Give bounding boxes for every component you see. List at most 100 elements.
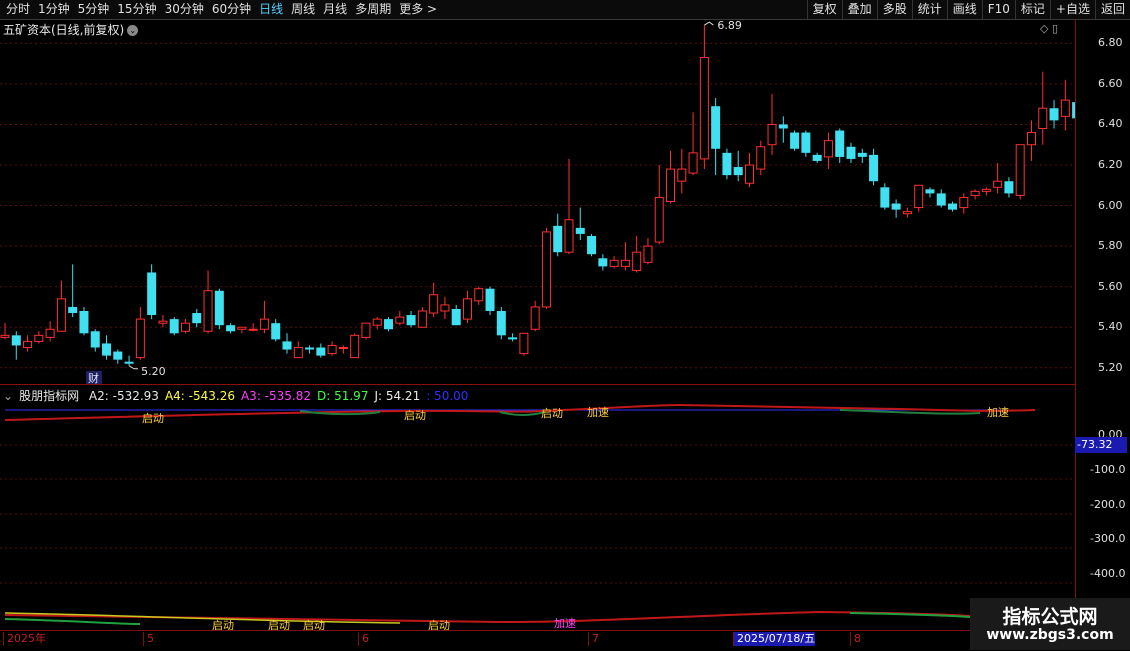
candle-body (914, 184, 924, 209)
period-tab-10[interactable]: 更多 > (395, 0, 441, 19)
candle-body (541, 231, 551, 308)
bottom-signal-label: 启动 (212, 619, 234, 630)
candle-body (45, 328, 55, 338)
kline-chart[interactable]: 6.895.20财启动 启动 启动 加速 加速启动 启动 启动 启动 加速 (0, 19, 1075, 630)
toolbar-button-2[interactable]: 多股 (876, 0, 912, 19)
collapse-icon[interactable]: ⌄ (3, 389, 13, 403)
indicator-value: J: 54.21 (374, 389, 421, 403)
period-tabs: 分时 1分钟 5分钟 15分钟 30分钟 60分钟 日线 周线 月线 多周期 更多 > (2, 0, 441, 19)
period-tab-3[interactable]: 15分钟 (113, 0, 160, 19)
candle-body (1038, 107, 1048, 129)
stock-title[interactable]: 五矿资本(日线,前复权) ⌄ (3, 21, 139, 38)
candle-body (192, 313, 202, 324)
candle-body (124, 361, 134, 364)
toolbar-button-8[interactable]: 返回 (1094, 0, 1130, 19)
period-tab-4[interactable]: 30分钟 (161, 0, 208, 19)
candle-body (158, 320, 168, 324)
header-icons[interactable]: ◇ ▯ (1040, 22, 1058, 35)
candle-body (248, 328, 258, 331)
candle-body (429, 294, 439, 314)
toolbar-button-0[interactable]: 复权 (806, 0, 842, 19)
candle-body (812, 154, 822, 161)
candle-body (271, 323, 281, 340)
candle-body (575, 227, 585, 234)
indicator-header: ⌄ 股朋指标网 A2: -532.93 A4: -543.26 A3: -535.82… (3, 387, 474, 404)
candle-body (846, 146, 856, 159)
candle-body (508, 337, 518, 340)
chevron-down-icon[interactable]: ⌄ (127, 25, 139, 36)
candle-body (214, 290, 224, 326)
candle-body (925, 189, 935, 194)
period-tab-2[interactable]: 5分钟 (74, 0, 114, 19)
candle-body (880, 187, 890, 208)
toolbar-button-7[interactable]: +自选 (1049, 0, 1095, 19)
price-tick-label: 5.20 (1098, 360, 1123, 374)
candle-body (688, 152, 698, 174)
candle-body (1049, 108, 1059, 121)
price-tick-label: 5.80 (1098, 239, 1123, 253)
candle-body (350, 334, 360, 359)
candle-body (113, 351, 123, 360)
toolbar-button-1[interactable]: 叠加 (841, 0, 877, 19)
indicator-value: : 50.00 (426, 389, 469, 403)
candle-body (699, 57, 709, 160)
candle-body (462, 298, 472, 320)
candle-body (722, 152, 732, 176)
price-tick-label: 6.00 (1098, 198, 1123, 212)
period-tab-5[interactable]: 60分钟 (208, 0, 255, 19)
candle-body (620, 259, 630, 267)
candle-body (744, 164, 754, 184)
watermark-title: 指标公式网 (1002, 606, 1098, 628)
candle-body (519, 332, 529, 355)
period-tab-6[interactable]: 日线 (255, 0, 287, 19)
candle-body (259, 318, 269, 330)
candle-body (0, 334, 10, 338)
candle-body (440, 304, 450, 312)
stock-title-text: 五矿资本(日线,前复权) (3, 23, 125, 37)
candle-body (677, 168, 687, 182)
candle-body (801, 132, 811, 153)
period-tab-8[interactable]: 月线 (319, 0, 351, 19)
candle-body (835, 130, 845, 157)
indicator-value: A2: -532.93 (88, 389, 159, 403)
candle-body (981, 188, 991, 192)
candle-body (643, 245, 653, 263)
candle-body (756, 146, 766, 170)
date-tick-label: 2025年 (3, 632, 46, 646)
period-tab-7[interactable]: 周线 (287, 0, 319, 19)
candle-body (169, 319, 179, 334)
high-marker-arrow (704, 21, 714, 26)
candle-body (598, 258, 608, 267)
fin-badge: 财 (88, 371, 99, 385)
candle-body (293, 347, 303, 359)
candle-body (530, 306, 540, 330)
candle-body (23, 340, 33, 348)
candle-body (327, 344, 337, 355)
toolbar-button-3[interactable]: 统计 (911, 0, 947, 19)
signal-label: 加速 (987, 406, 1009, 419)
period-tab-1[interactable]: 1分钟 (34, 0, 74, 19)
bottom-signal-label: 启动 (268, 619, 290, 630)
candle-body (1015, 144, 1025, 196)
candle-body (1060, 99, 1070, 117)
candle-body (451, 308, 461, 326)
candle-body (372, 318, 382, 326)
period-tab-9[interactable]: 多周期 (351, 0, 395, 19)
candle-body (406, 315, 416, 326)
indicator-name[interactable]: 股朋指标网 (19, 389, 79, 403)
period-tab-0[interactable]: 分时 (2, 0, 34, 19)
toolbar-button-4[interactable]: 画线 (946, 0, 982, 19)
price-tick-label: 5.40 (1098, 320, 1123, 334)
candle-body (147, 272, 157, 316)
candle-body (936, 193, 946, 206)
watermark-url: www.zbgs3.com (986, 627, 1114, 643)
date-tick-label: 6 (358, 632, 369, 646)
candle-body (485, 288, 495, 311)
toolbar-button-5[interactable]: F10 (981, 0, 1015, 19)
price-tick-label: 6.80 (1098, 36, 1123, 50)
candle-body (338, 347, 348, 349)
date-tick-label: 2025/07/18/五 (733, 632, 816, 646)
candle-body (417, 310, 427, 328)
toolbar-button-6[interactable]: 标记 (1014, 0, 1050, 19)
candle-body (1026, 132, 1036, 146)
